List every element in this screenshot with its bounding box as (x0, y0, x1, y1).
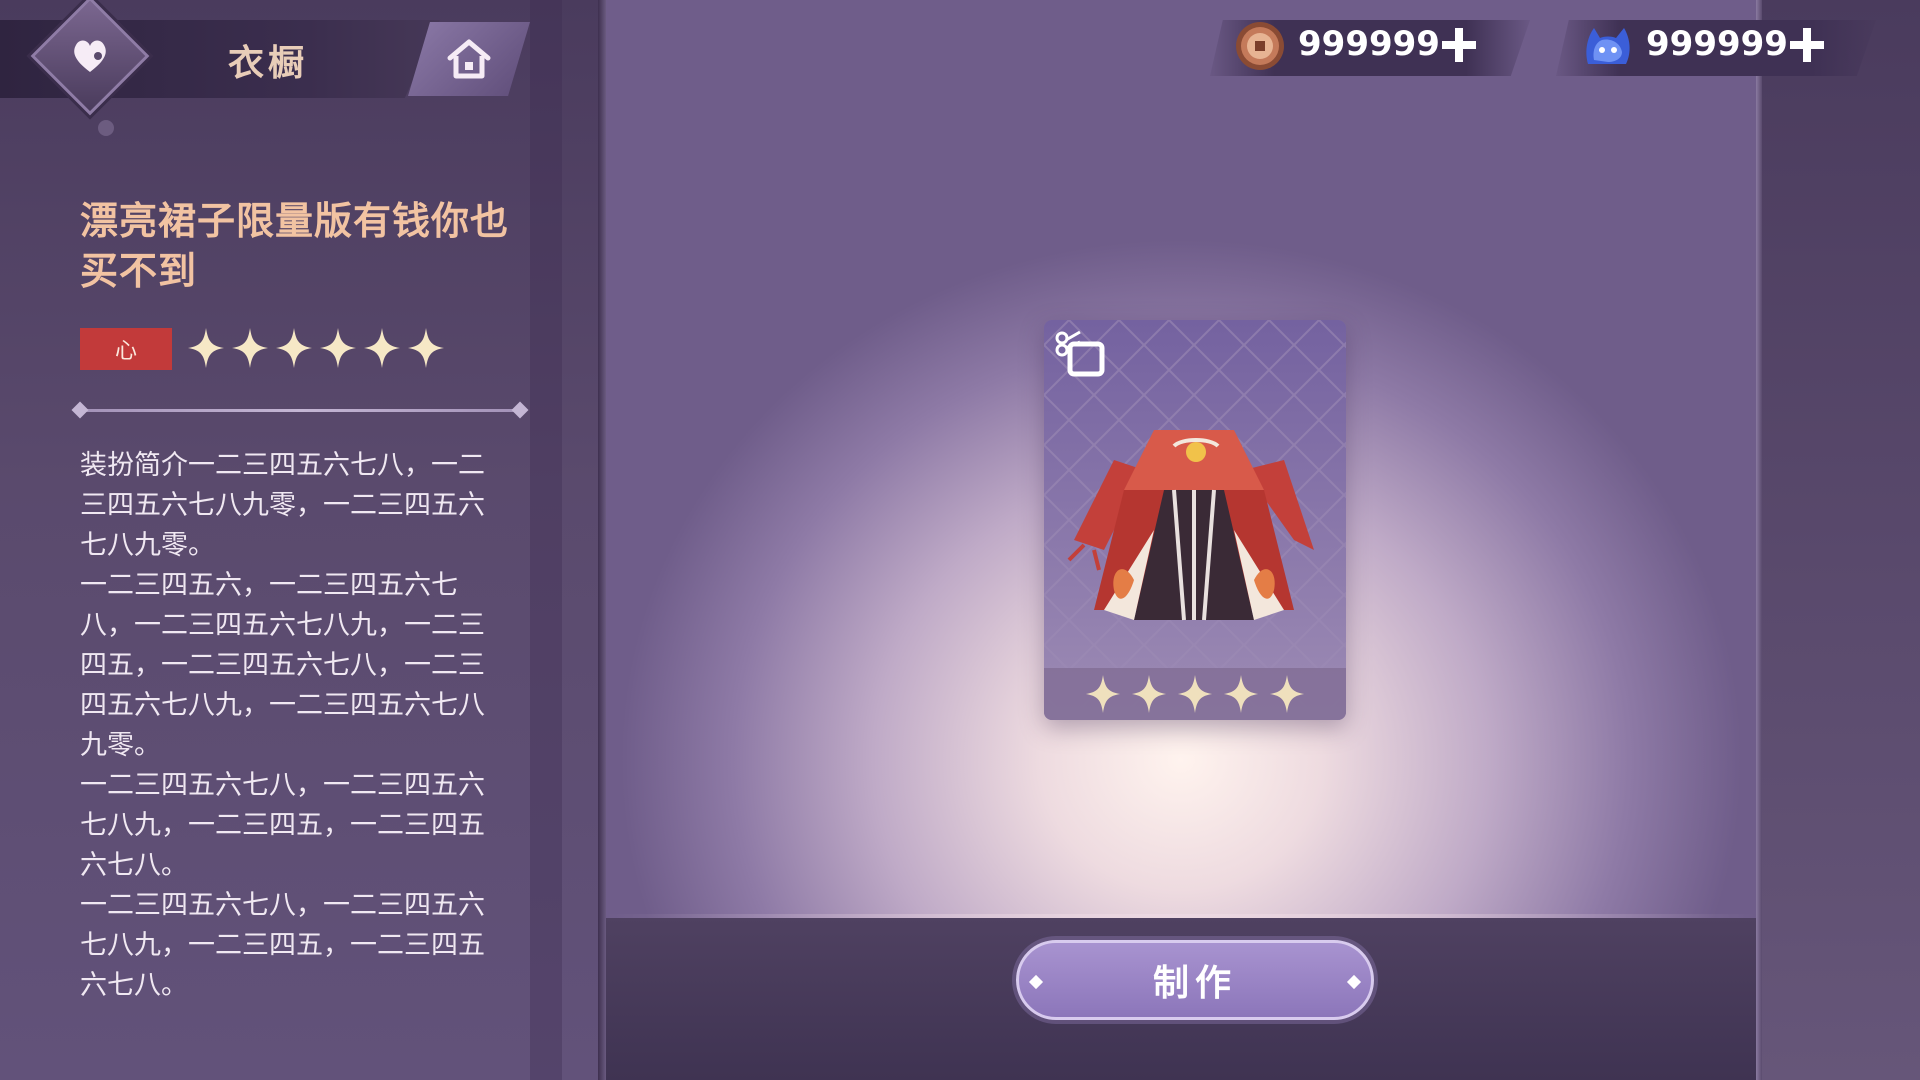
card-stars (1044, 668, 1346, 720)
star-icon (1177, 675, 1213, 713)
make-button-label: 制作 (1152, 963, 1237, 1004)
star-icon (1269, 675, 1305, 713)
make-button[interactable]: 制作 (1016, 940, 1374, 1020)
right-column (1762, 0, 1920, 1080)
rarity-stars (186, 326, 446, 370)
button-diamond-right (1346, 974, 1362, 990)
outfit-dress-image (1067, 430, 1314, 621)
outfit-card[interactable] (1044, 320, 1346, 720)
star-icon (1131, 675, 1167, 713)
star-icon (408, 328, 444, 368)
panel-rail (530, 0, 562, 1080)
decor-dot (98, 120, 114, 136)
star-icon (1223, 675, 1259, 713)
plus-icon (1790, 28, 1824, 62)
scissors-icon (1055, 330, 1105, 377)
star-icon (1085, 675, 1121, 713)
description-line: 一二三四五六，一二三四五六七八，一二三四五六七八九，一二三四五，一二三四五六七八… (80, 570, 485, 761)
button-diamond-left (1028, 974, 1044, 990)
item-description: 装扮简介一二三四五六七八，一二三四五六七八九零，一二三四五六七八九零。 一二三四… (80, 446, 510, 1006)
star-icon (232, 328, 268, 368)
cat-gem-icon (1582, 20, 1634, 72)
page-title: 衣橱 (228, 43, 309, 84)
home-icon (447, 39, 491, 79)
item-tag: 心 (80, 328, 172, 370)
description-line: 装扮简介一二三四五六七八，一二三四五六七八九零，一二三四五六七八九零。 (80, 450, 485, 561)
star-icon (364, 328, 400, 368)
star-icon (320, 328, 356, 368)
star-icon (276, 328, 312, 368)
wardrobe-icon (60, 26, 120, 86)
game-screen: 衣橱 漂亮裙子限量版有钱你也买不到 心 装扮简介一二三四五六七八，一二三四五六七… (0, 0, 1920, 1080)
section-divider (80, 409, 520, 412)
coin-icon (1234, 20, 1286, 72)
description-line: 一二三四五六七八，一二三四五六七八九，一二三四五，一二三四五六七八。 (80, 890, 485, 1001)
star-icon (188, 328, 224, 368)
coin-amount: 999999 (1298, 24, 1440, 64)
description-line: 一二三四五六七八，一二三四五六七八九，一二三四五，一二三四五六七八。 (80, 770, 485, 881)
item-name: 漂亮裙子限量版有钱你也买不到 (80, 199, 510, 293)
plus-icon (1442, 28, 1476, 62)
panel-edge (598, 0, 606, 1080)
add-coin-button[interactable] (1438, 24, 1480, 66)
gem-amount: 999999 (1646, 24, 1788, 64)
add-gem-button[interactable] (1786, 24, 1828, 66)
